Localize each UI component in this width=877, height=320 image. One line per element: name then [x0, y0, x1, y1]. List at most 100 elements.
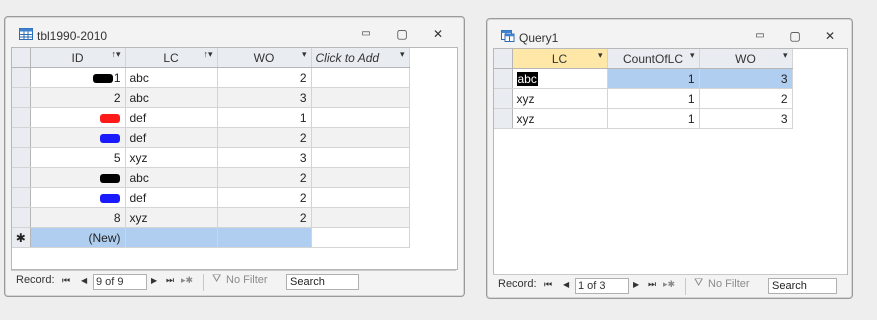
dropdown-arrow-icon[interactable]: ▾ — [598, 50, 603, 61]
current-record-field[interactable]: 9 of 9 — [93, 274, 147, 290]
id-cell[interactable]: 8 — [30, 207, 126, 228]
row-selector[interactable] — [12, 207, 31, 228]
row-selector[interactable] — [12, 187, 31, 208]
minimize-button[interactable]: ▭ — [355, 26, 377, 42]
close-button[interactable]: ✕ — [427, 26, 449, 42]
lc-cell[interactable]: abc — [125, 67, 218, 88]
lc-cell[interactable]: xyz — [125, 207, 218, 228]
column-header-lc[interactable]: LC ↑▾ — [125, 48, 218, 68]
previous-record-button[interactable]: ◀ — [563, 280, 569, 289]
table-row[interactable]: 8 xyz 2 — [12, 207, 410, 228]
sort-ascending-icon[interactable]: ↑▾ — [203, 49, 212, 60]
table-cell[interactable] — [125, 227, 218, 248]
column-header-lc[interactable]: LC ▾ — [512, 49, 608, 69]
dropdown-arrow-icon[interactable]: ▾ — [690, 50, 695, 61]
lc-cell[interactable]: abc — [125, 87, 218, 108]
table-cell[interactable] — [311, 127, 410, 148]
select-all-corner[interactable] — [494, 49, 513, 69]
column-header-id[interactable]: ID ↑▾ — [30, 48, 126, 68]
no-filter-indicator[interactable]: No Filter — [226, 274, 268, 286]
row-selector[interactable] — [494, 108, 513, 129]
wo-cell[interactable]: 3 — [217, 87, 312, 108]
id-cell[interactable] — [30, 167, 126, 188]
column-header-countoflc[interactable]: CountOfLC ▾ — [607, 49, 700, 69]
sort-ascending-icon[interactable]: ↑▾ — [111, 49, 120, 60]
previous-record-button[interactable]: ◀ — [81, 276, 87, 285]
wo-cell[interactable]: 3 — [699, 108, 793, 129]
dropdown-arrow-icon[interactable]: ▾ — [302, 49, 307, 60]
count-cell[interactable]: 1 — [607, 68, 700, 89]
lc-cell[interactable]: def — [125, 107, 218, 128]
new-record-row[interactable]: ✱ (New) — [12, 227, 410, 248]
lc-cell[interactable]: xyz — [512, 108, 608, 129]
table-cell[interactable] — [311, 107, 410, 128]
id-cell[interactable] — [30, 127, 126, 148]
current-cell-text[interactable]: abc — [516, 71, 538, 86]
table-cell[interactable] — [311, 167, 410, 188]
id-cell[interactable]: 5 — [30, 147, 126, 168]
column-header-wo[interactable]: WO ▾ — [217, 48, 312, 68]
lc-cell[interactable]: abc — [512, 68, 608, 89]
lc-cell[interactable]: def — [125, 187, 218, 208]
lc-cell[interactable]: def — [125, 127, 218, 148]
id-cell[interactable]: 1 — [30, 67, 126, 88]
wo-cell[interactable]: 2 — [699, 88, 793, 109]
last-record-button[interactable]: ⏭ — [648, 279, 656, 290]
wo-cell[interactable]: 3 — [217, 147, 312, 168]
row-selector[interactable] — [12, 147, 31, 168]
search-input[interactable]: Search — [768, 278, 837, 294]
restore-button[interactable]: ▢ — [391, 26, 413, 42]
table-row[interactable]: abc 2 — [12, 167, 410, 188]
dropdown-arrow-icon[interactable]: ▾ — [783, 50, 788, 61]
column-header-click-to-add[interactable]: Click to Add ▾ — [311, 48, 410, 68]
table-window-titlebar[interactable]: tbl1990-2010 ▭ ▢ ✕ — [5, 17, 464, 51]
wo-cell[interactable]: 2 — [217, 207, 312, 228]
wo-cell[interactable]: 3 — [699, 68, 793, 89]
table-row[interactable]: def 2 — [12, 127, 410, 148]
next-record-button[interactable]: ▶ — [633, 280, 639, 289]
table-row[interactable]: 1 abc 2 — [12, 67, 410, 88]
row-selector[interactable] — [494, 88, 513, 109]
dropdown-arrow-icon[interactable]: ▾ — [400, 49, 405, 60]
row-selector[interactable] — [12, 107, 31, 128]
count-cell[interactable]: 1 — [607, 108, 700, 129]
wo-cell[interactable]: 2 — [217, 67, 312, 88]
search-input[interactable]: Search — [286, 274, 359, 290]
table-cell[interactable] — [311, 147, 410, 168]
new-record-button[interactable]: ▸✱ — [663, 279, 675, 290]
lc-cell[interactable]: abc — [125, 167, 218, 188]
close-button[interactable]: ✕ — [819, 28, 841, 44]
table-row[interactable]: 2 abc 3 — [12, 87, 410, 108]
table-cell[interactable] — [311, 187, 410, 208]
table-cell[interactable] — [311, 227, 410, 248]
table-row[interactable]: def 1 — [12, 107, 410, 128]
first-record-button[interactable]: ⏮ — [62, 275, 70, 286]
wo-cell[interactable]: 2 — [217, 167, 312, 188]
query-window[interactable]: Query1 ▭ ▢ ✕ LC ▾ CountOfLC ▾ WO ▾ abc 1 3 xyz… — [486, 18, 853, 299]
current-record-field[interactable]: 1 of 3 — [575, 278, 629, 294]
table-row[interactable]: xyz 1 2 — [494, 88, 793, 109]
table-row[interactable]: abc 1 3 — [494, 68, 793, 89]
no-filter-indicator[interactable]: No Filter — [708, 278, 750, 290]
row-selector[interactable] — [494, 68, 513, 89]
lc-cell[interactable]: xyz — [512, 88, 608, 109]
id-cell[interactable] — [30, 107, 126, 128]
next-record-button[interactable]: ▶ — [151, 276, 157, 285]
row-selector[interactable] — [12, 87, 31, 108]
wo-cell[interactable]: 1 — [217, 107, 312, 128]
row-selector[interactable] — [12, 67, 31, 88]
table-cell[interactable] — [311, 67, 410, 88]
table-row[interactable]: 5 xyz 3 — [12, 147, 410, 168]
first-record-button[interactable]: ⏮ — [544, 279, 552, 290]
count-cell[interactable]: 1 — [607, 88, 700, 109]
new-record-button[interactable]: ▸✱ — [181, 275, 193, 286]
table-row[interactable]: def 2 — [12, 187, 410, 208]
table-row[interactable]: xyz 1 3 — [494, 108, 793, 129]
minimize-button[interactable]: ▭ — [749, 28, 771, 44]
restore-button[interactable]: ▢ — [784, 28, 806, 44]
row-selector[interactable] — [12, 127, 31, 148]
table-cell[interactable] — [217, 227, 312, 248]
row-selector[interactable] — [12, 167, 31, 188]
id-cell[interactable] — [30, 187, 126, 208]
wo-cell[interactable]: 2 — [217, 127, 312, 148]
